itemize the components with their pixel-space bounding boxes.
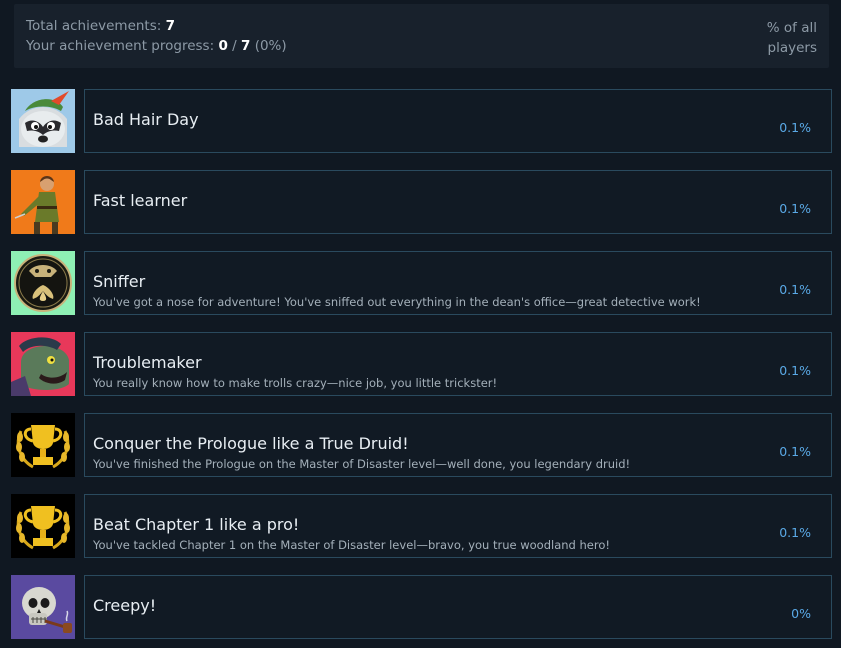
achievement-row[interactable]: Beat Chapter 1 like a pro! You've tackle… [11,494,832,558]
mole-badge-icon [11,251,75,315]
achievement-percent: 0.1% [779,444,811,459]
achievement-card: Creepy! 0% [84,575,832,639]
skull-pipe-icon [11,575,75,639]
achievement-summary: Total achievements: 7 Your achievement p… [14,4,829,68]
achievement-description: You've tackled Chapter 1 on the Master o… [93,538,610,552]
achievement-card: Bad Hair Day 0.1% [84,89,832,153]
troll-icon [11,332,75,396]
achievement-card: Troublemaker You really know how to make… [84,332,832,396]
progress-total: 7 [241,38,251,54]
total-achievements: Total achievements: 7 [26,18,175,34]
total-label: Total achievements: [26,18,162,34]
progress-current: 0 [218,38,228,54]
achievement-card: Conquer the Prologue like a True Druid! … [84,413,832,477]
archer-icon [11,170,75,234]
achievement-row[interactable]: Bad Hair Day 0.1% [11,89,832,153]
achievement-percent: 0.1% [779,120,811,135]
total-value: 7 [165,18,176,34]
achievement-card: Fast learner 0.1% [84,170,832,234]
achievement-percent: 0.1% [779,363,811,378]
achievement-row[interactable]: Troublemaker You really know how to make… [11,332,832,396]
achievement-percent: 0% [791,606,811,621]
achievement-description: You've got a nose for adventure! You've … [93,295,701,309]
percent-column-header: % of all players [766,20,817,56]
achievement-percent: 0.1% [779,201,811,216]
achievement-title: Troublemaker [93,353,202,372]
progress-percent: (0%) [254,38,287,54]
achievement-description: You've finished the Prologue on the Mast… [93,457,631,471]
achievement-card: Sniffer You've got a nose for adventure!… [84,251,832,315]
achievement-title: Beat Chapter 1 like a pro! [93,515,300,534]
achievement-description: You really know how to make trolls crazy… [93,376,498,390]
achievement-title: Bad Hair Day [93,110,199,129]
raccoon-hat-icon [11,89,75,153]
achievement-row[interactable]: Creepy! 0% [11,575,832,639]
progress-separator: / [232,38,237,54]
trophy-icon [11,413,75,477]
achievement-percent: 0.1% [779,525,811,540]
achievement-row[interactable]: Conquer the Prologue like a True Druid! … [11,413,832,477]
achievement-row[interactable]: Fast learner 0.1% [11,170,832,234]
progress-label: Your achievement progress: [26,38,215,54]
achievement-percent: 0.1% [779,282,811,297]
achievement-title: Sniffer [93,272,146,291]
achievement-title: Conquer the Prologue like a True Druid! [93,434,409,453]
achievement-title: Fast learner [93,191,188,210]
achievement-card: Beat Chapter 1 like a pro! You've tackle… [84,494,832,558]
achievement-title: Creepy! [93,596,157,615]
trophy-icon [11,494,75,558]
achievement-row[interactable]: Sniffer You've got a nose for adventure!… [11,251,832,315]
achievement-progress: Your achievement progress: 0 / 7 (0%) [26,38,287,54]
